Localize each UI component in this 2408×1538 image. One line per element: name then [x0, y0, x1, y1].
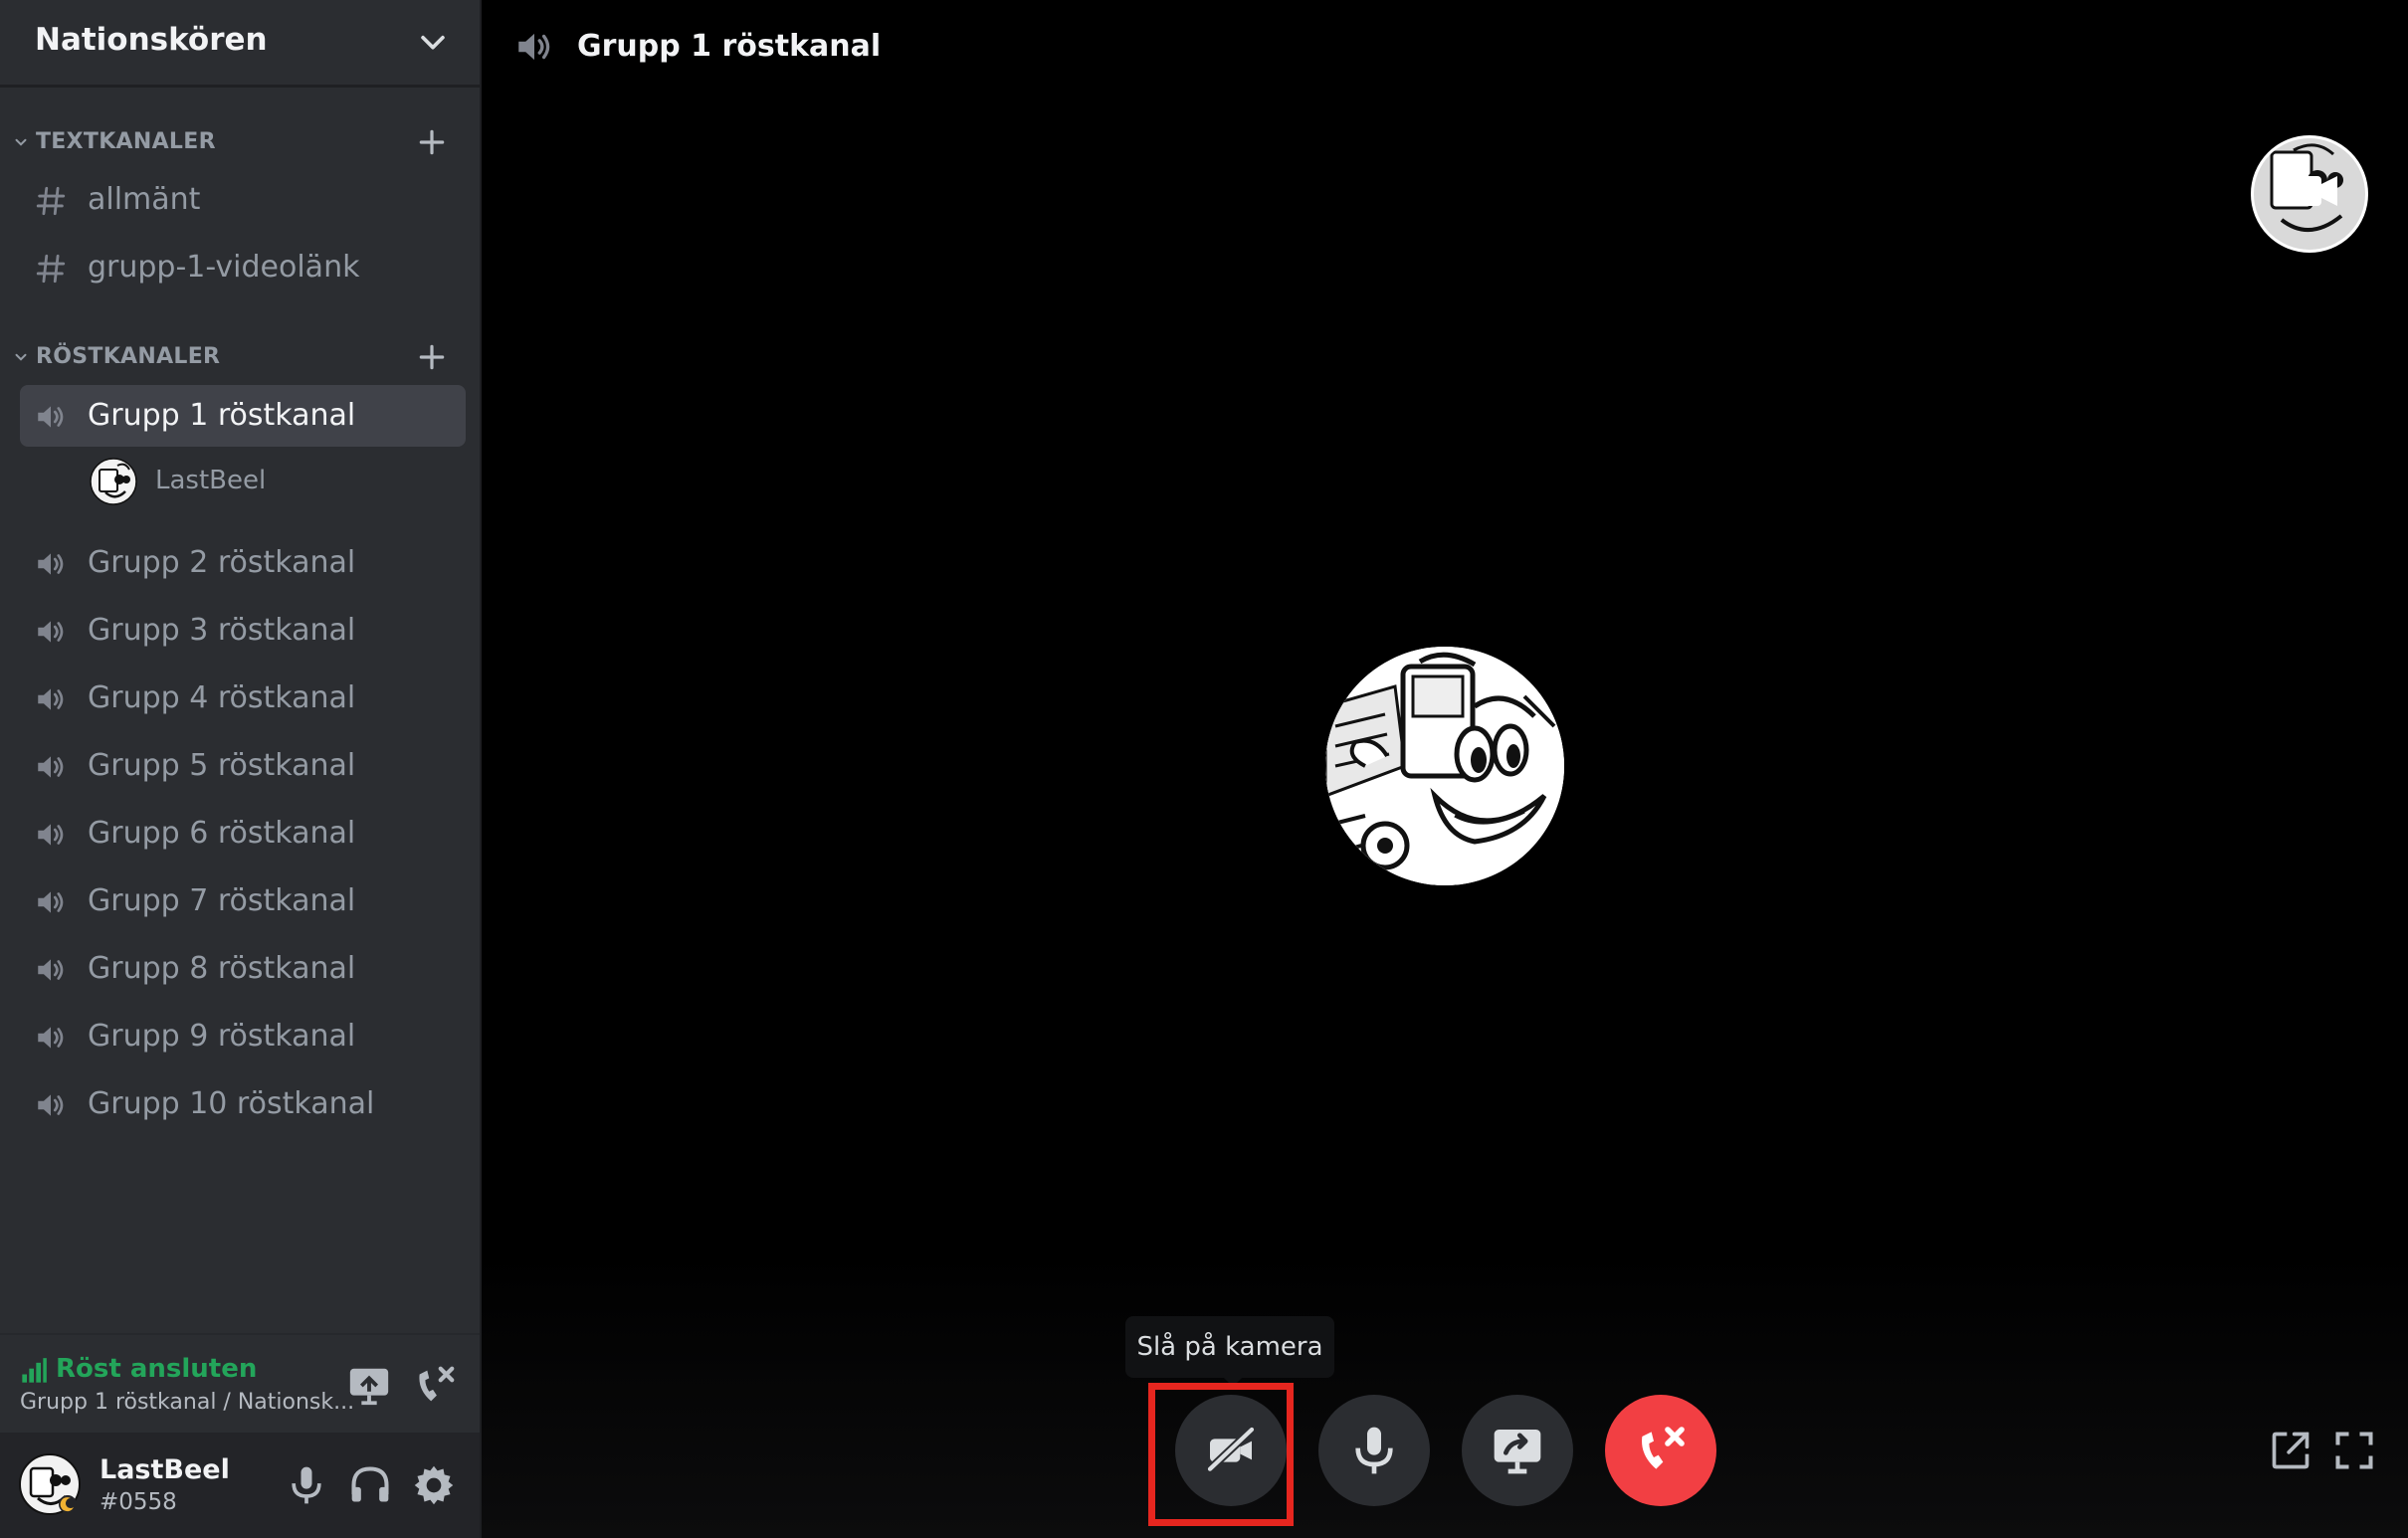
channel-sidebar: Nationskören TEXTKANALER allmänt grupp-1…	[0, 0, 482, 1538]
hashtag-icon	[36, 254, 66, 284]
category-label: TEXTKANALER	[36, 129, 216, 154]
headphones-icon[interactable]	[348, 1463, 392, 1507]
channel-allmant[interactable]: allmänt	[20, 169, 466, 231]
channel-label: Grupp 7 röstkanal	[88, 883, 356, 918]
voice-connection-panel: Röst ansluten Grupp 1 röstkanal / Nation…	[0, 1333, 480, 1433]
signal-strength-icon[interactable]	[20, 1357, 48, 1385]
speaker-icon	[38, 553, 64, 575]
speaker-icon	[38, 824, 64, 846]
voice-channel-grupp-1[interactable]: Grupp 1 röstkanal	[20, 385, 466, 447]
self-video-preview[interactable]	[2251, 135, 2368, 253]
channel-label: Grupp 3 röstkanal	[88, 613, 356, 648]
server-header[interactable]: Nationskören	[0, 0, 480, 88]
tooltip-camera: Slå på kamera	[1125, 1316, 1334, 1378]
speaker-icon	[38, 1094, 64, 1116]
category-voice-channels[interactable]: RÖSTKANALER	[12, 337, 472, 377]
voice-channel-grupp-6[interactable]: Grupp 6 röstkanal	[20, 803, 466, 865]
screen-share-icon	[1494, 1430, 1541, 1474]
avatar	[90, 458, 137, 505]
speaker-icon	[38, 891, 64, 913]
channel-title: Grupp 1 röstkanal	[577, 29, 882, 64]
add-channel-icon[interactable]	[416, 126, 448, 158]
controls-backdrop	[482, 1253, 2408, 1538]
channel-label: allmänt	[88, 182, 201, 217]
leave-call-button[interactable]	[1605, 1395, 1716, 1506]
speaker-icon	[518, 33, 550, 61]
voice-channel-grupp-9[interactable]: Grupp 9 röstkanal	[20, 1006, 466, 1067]
channel-label: Grupp 6 röstkanal	[88, 816, 356, 851]
microphone-icon	[1355, 1427, 1393, 1474]
settings-gear-icon[interactable]	[412, 1463, 456, 1507]
channel-label: Grupp 1 röstkanal	[88, 398, 356, 433]
microphone-icon[interactable]	[285, 1463, 328, 1507]
tooltip-arrow	[1223, 1377, 1243, 1387]
channel-header: Grupp 1 röstkanal	[482, 0, 2408, 96]
popout-icon[interactable]	[2269, 1429, 2312, 1472]
camera-toggle-button[interactable]	[1175, 1395, 1287, 1506]
speaker-icon	[38, 621, 64, 643]
voice-channel-grupp-10[interactable]: Grupp 10 röstkanal	[20, 1073, 466, 1135]
channel-label: Grupp 10 röstkanal	[88, 1086, 375, 1121]
add-channel-icon[interactable]	[416, 341, 448, 373]
voice-member[interactable]: LastBeel	[90, 456, 468, 507]
voice-channel-grupp-3[interactable]: Grupp 3 röstkanal	[20, 600, 466, 662]
participant-avatar[interactable]	[1325, 647, 1564, 885]
voice-channel-grupp-8[interactable]: Grupp 8 röstkanal	[20, 938, 466, 1000]
channel-grupp-1-videolank[interactable]: grupp-1-videolänk	[20, 237, 466, 298]
user-panel: LastBeel #0558	[0, 1433, 480, 1538]
disconnect-icon	[1642, 1427, 1685, 1469]
user-avatar[interactable]	[18, 1452, 82, 1516]
channel-label: Grupp 5 röstkanal	[88, 748, 356, 783]
voice-channel-grupp-7[interactable]: Grupp 7 röstkanal	[20, 870, 466, 932]
screen-share-button[interactable]	[1462, 1395, 1573, 1506]
channel-label: Grupp 9 röstkanal	[88, 1019, 356, 1054]
speaker-icon	[38, 406, 64, 428]
channel-label: Grupp 8 röstkanal	[88, 951, 356, 986]
microphone-toggle-button[interactable]	[1318, 1395, 1430, 1506]
voice-status[interactable]: Röst ansluten	[56, 1353, 257, 1385]
hashtag-icon	[36, 186, 66, 216]
voice-member-name: LastBeel	[155, 466, 267, 495]
channel-label: grupp-1-videolänk	[88, 250, 360, 285]
channel-label: Grupp 2 röstkanal	[88, 545, 356, 580]
category-label: RÖSTKANALER	[36, 344, 221, 369]
speaker-icon	[38, 756, 64, 778]
voice-channel-grupp-4[interactable]: Grupp 4 röstkanal	[20, 668, 466, 729]
camera-off-icon	[1205, 1425, 1257, 1473]
voice-stage: Grupp 1 röstkanal Slå på kamera	[482, 0, 2408, 1538]
caret-down-icon	[15, 138, 27, 146]
avatar	[2254, 138, 2365, 250]
caret-down-icon	[15, 353, 27, 361]
username: LastBeel	[100, 1454, 230, 1485]
speaker-icon	[38, 688, 64, 710]
user-tag: #0558	[100, 1489, 177, 1515]
speaker-icon	[38, 959, 64, 981]
avatar	[1325, 647, 1564, 885]
voice-channel-grupp-2[interactable]: Grupp 2 röstkanal	[20, 532, 466, 594]
server-name: Nationskören	[35, 22, 268, 58]
voice-channel-grupp-5[interactable]: Grupp 5 röstkanal	[20, 735, 466, 797]
chevron-down-icon[interactable]	[416, 25, 450, 59]
channel-label: Grupp 4 röstkanal	[88, 680, 356, 715]
fullscreen-icon[interactable]	[2332, 1429, 2376, 1472]
category-text-channels[interactable]: TEXTKANALER	[12, 122, 472, 162]
voice-status-channel[interactable]: Grupp 1 röstkanal / Nationsk...	[20, 1389, 354, 1417]
screen-share-icon[interactable]	[346, 1363, 392, 1409]
speaker-icon	[38, 1027, 64, 1049]
disconnect-icon[interactable]	[412, 1363, 458, 1409]
